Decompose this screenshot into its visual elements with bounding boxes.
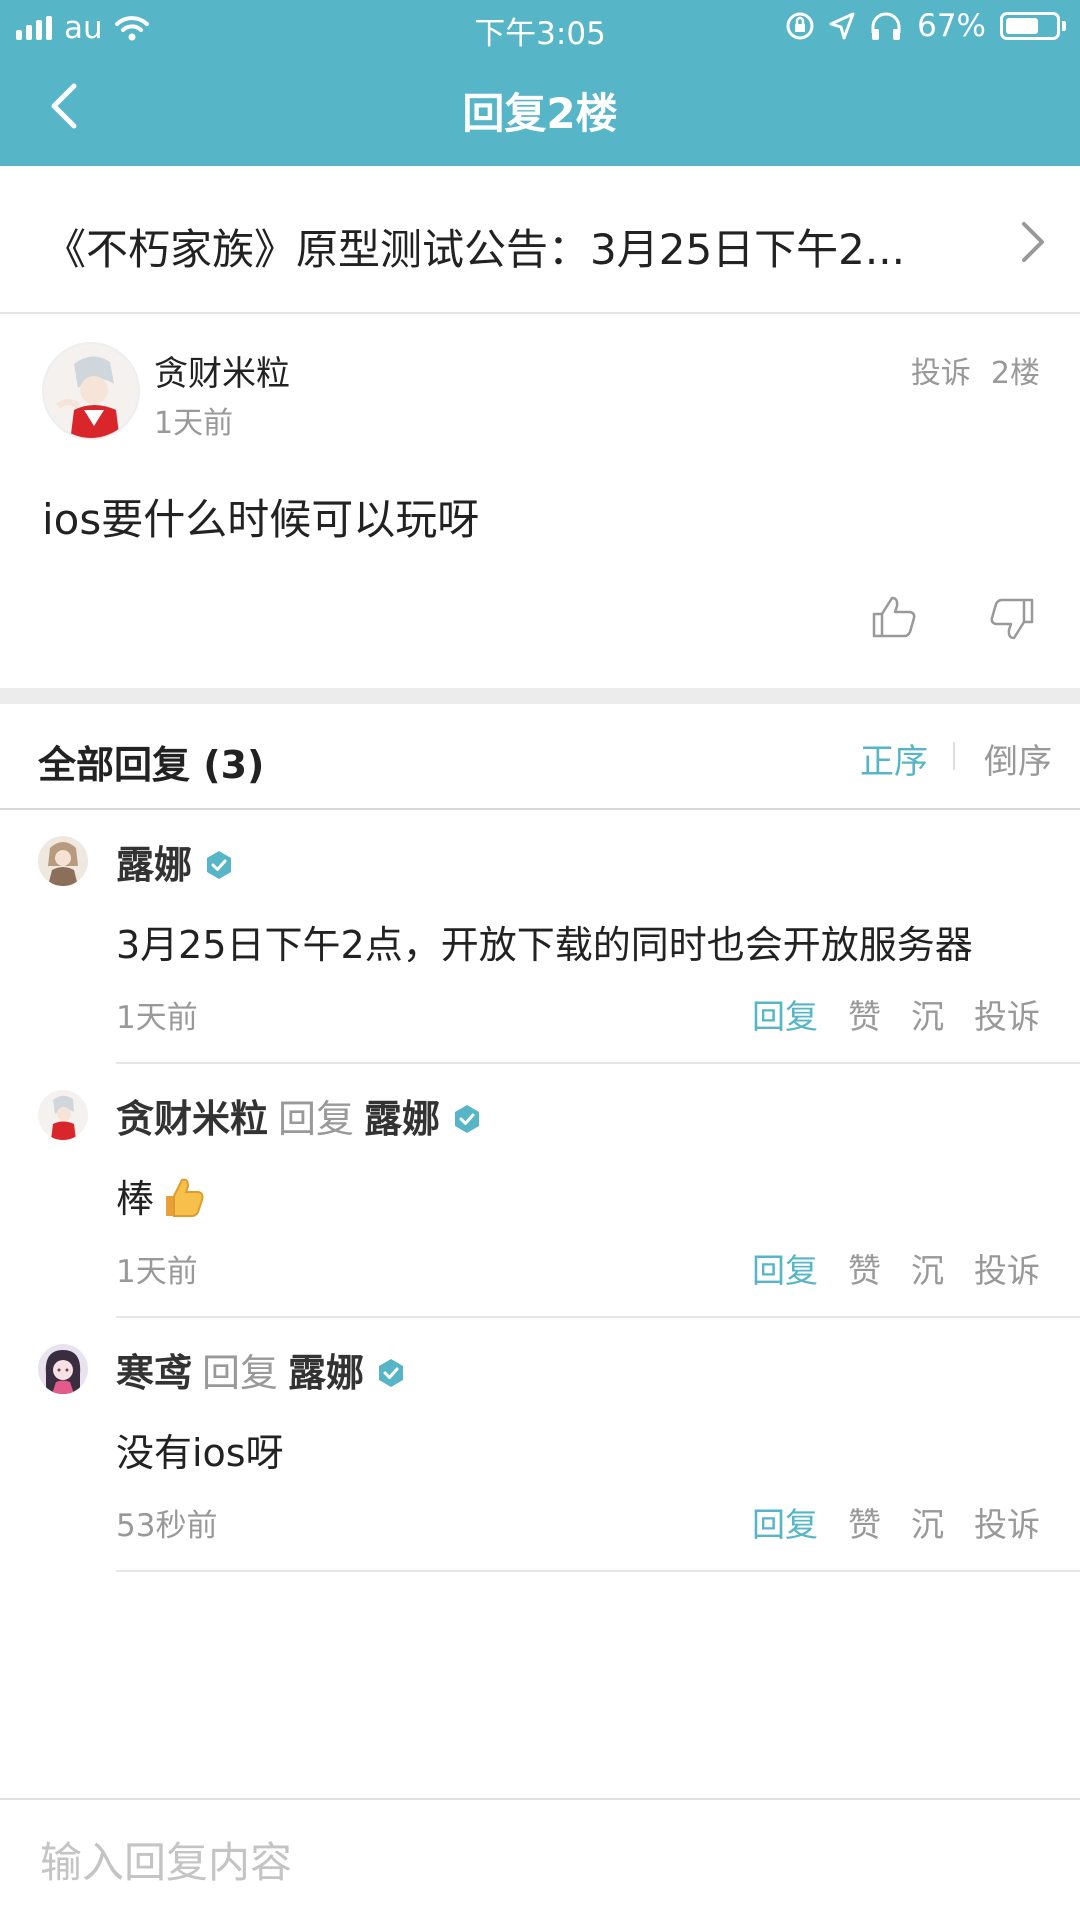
like-button[interactable]: 赞: [848, 1498, 881, 1546]
reply-input-bar: [0, 1798, 1080, 1920]
reply-author[interactable]: 寒鸢: [116, 1342, 192, 1397]
post-author[interactable]: 贪财米粒: [154, 346, 290, 395]
avatar[interactable]: [38, 836, 88, 886]
app-header: au 下午3:05 67% 回复2楼: [0, 0, 1080, 166]
verified-badge-icon: [379, 1358, 404, 1387]
avatar-image: [38, 1090, 88, 1140]
reply-target[interactable]: 露娜: [288, 1342, 364, 1397]
thumb-down-icon[interactable]: [988, 596, 1036, 644]
sort-descending-button[interactable]: 倒序: [984, 734, 1052, 783]
reply-content: 没有ios呀: [116, 1431, 284, 1475]
report-button[interactable]: 投诉: [974, 990, 1040, 1038]
sink-button[interactable]: 沉: [911, 990, 944, 1038]
thumbs-up-emoji-icon: [166, 1178, 204, 1217]
avatar-image: [38, 836, 88, 886]
sink-button[interactable]: 沉: [911, 1244, 944, 1292]
post-time: 1天前: [154, 406, 234, 441]
avatar[interactable]: [38, 1090, 88, 1140]
page-title: 回复2楼: [462, 89, 618, 138]
report-link[interactable]: 投诉: [911, 348, 971, 392]
thread-title: 《不朽家族》原型测试公告：3月25日下午2...: [44, 225, 905, 274]
report-button[interactable]: 投诉: [974, 1498, 1040, 1546]
report-button[interactable]: 投诉: [974, 1244, 1040, 1292]
reply-time: 53秒前: [116, 1508, 218, 1544]
reply-time: 1天前: [116, 1254, 198, 1290]
avatar[interactable]: [42, 342, 140, 440]
thread-link[interactable]: 《不朽家族》原型测试公告：3月25日下午2...: [0, 166, 1080, 314]
battery-percent: 67%: [917, 8, 986, 44]
status-bar: au 下午3:05 67%: [0, 0, 1080, 56]
post-content: ios要什么时候可以玩呀: [42, 495, 480, 544]
avatar-image: [44, 344, 138, 438]
sink-button[interactable]: 沉: [911, 1498, 944, 1546]
reply-divider: [116, 1570, 1080, 1572]
reply-actions: 回复 赞 沉 投诉: [752, 990, 1040, 1038]
reply-header: 贪财米粒 回复 露娜: [116, 1088, 482, 1143]
reply-button[interactable]: 回复: [752, 990, 818, 1038]
reply-input[interactable]: [40, 1830, 1040, 1894]
reply-item: 寒鸢 回复 露娜 没有ios呀 53秒前 回复 赞 沉 投诉: [0, 1318, 1080, 1572]
reply-button[interactable]: 回复: [752, 1498, 818, 1546]
reply-item: 露娜 3月25日下午2点，开放下载的同时也会开放服务器 1天前 回复 赞 沉 投…: [0, 810, 1080, 1064]
thumb-up-icon[interactable]: [870, 592, 918, 640]
chevron-right-icon: [1022, 222, 1044, 262]
rotation-lock-icon: [786, 12, 814, 40]
reply-actions: 回复 赞 沉 投诉: [752, 1244, 1040, 1292]
avatar[interactable]: [38, 1344, 88, 1394]
like-button[interactable]: 赞: [848, 990, 881, 1038]
battery-icon: [1000, 12, 1066, 40]
reply-header: 露娜: [116, 834, 234, 889]
reply-header: 寒鸢 回复 露娜: [116, 1342, 406, 1397]
reply-button[interactable]: 回复: [752, 1244, 818, 1292]
original-post: 贪财米粒 1天前 投诉 2楼 ios要什么时候可以玩呀: [0, 314, 1080, 688]
replies-header: 全部回复 (3) 正序 倒序: [0, 704, 1080, 810]
avatar-image: [38, 1344, 88, 1394]
reply-target[interactable]: 露娜: [364, 1088, 440, 1143]
post-meta: 投诉 2楼: [911, 348, 1040, 392]
reply-author[interactable]: 贪财米粒: [116, 1088, 268, 1143]
reply-to-label: 回复: [202, 1351, 279, 1395]
floor-label: 2楼: [990, 356, 1040, 391]
reply-to-label: 回复: [278, 1097, 355, 1141]
verified-badge-icon: [455, 1104, 480, 1133]
headphones-icon: [871, 12, 901, 40]
section-divider: [0, 688, 1080, 704]
reply-time: 1天前: [116, 1000, 198, 1036]
sort-separator: [953, 742, 955, 770]
reply-actions: 回复 赞 沉 投诉: [752, 1498, 1040, 1546]
replies-title: 全部回复 (3): [38, 743, 265, 787]
reply-content: 棒: [116, 1168, 206, 1223]
location-icon: [829, 12, 855, 40]
reply-content: 3月25日下午2点，开放下载的同时也会开放服务器: [116, 923, 973, 967]
like-button[interactable]: 赞: [848, 1244, 881, 1292]
reply-text: 棒: [116, 1177, 155, 1221]
reply-item: 贪财米粒 回复 露娜 棒 1天前 回复 赞 沉 投诉: [0, 1064, 1080, 1318]
status-right: 67%: [785, 8, 1066, 44]
sort-ascending-button[interactable]: 正序: [860, 734, 928, 783]
verified-badge-icon: [207, 850, 232, 879]
reply-author[interactable]: 露娜: [116, 834, 192, 889]
